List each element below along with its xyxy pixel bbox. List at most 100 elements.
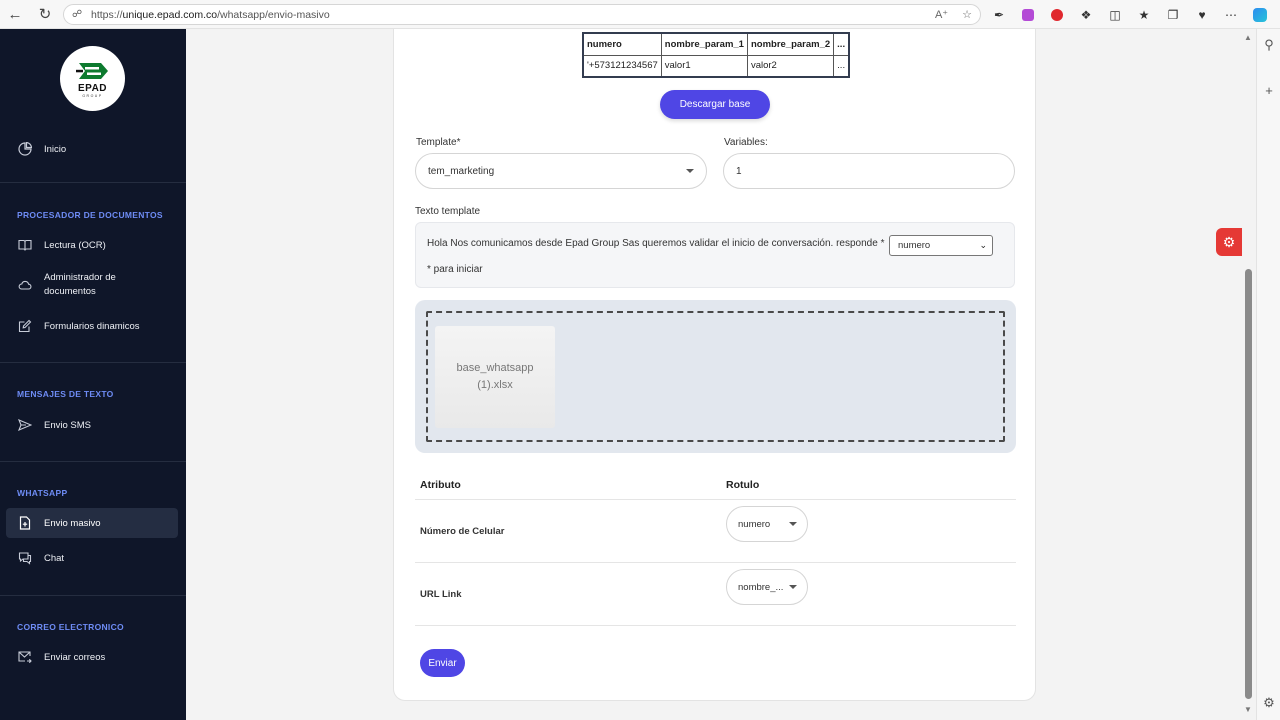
attribute-column-header: Atributo xyxy=(420,479,461,491)
scroll-up-arrow-icon[interactable]: ▲ xyxy=(1244,33,1252,42)
sidebar-item-inicio[interactable]: Inicio xyxy=(6,134,178,164)
sidebar-divider xyxy=(0,362,186,363)
sidebar-item-label: Envio masivo xyxy=(44,517,101,529)
pen-extension-icon[interactable]: ✒ xyxy=(990,6,1008,24)
mapping-attribute-label: Número de Celular xyxy=(420,526,505,537)
logo-text: EPAD xyxy=(77,82,108,94)
read-aloud-icon[interactable]: A⁺ xyxy=(935,8,948,21)
browser-essentials-icon[interactable]: ♥ xyxy=(1193,6,1211,24)
send-button[interactable]: Enviar xyxy=(420,649,465,677)
texto-template-label: Texto template xyxy=(415,206,481,217)
sidebar-item-chat[interactable]: Chat xyxy=(6,543,178,573)
collections-icon[interactable]: ❐ xyxy=(1164,6,1182,24)
favorites-icon[interactable]: ★ xyxy=(1135,6,1153,24)
sidebar-item-lectura-ocr[interactable]: Lectura (OCR) xyxy=(6,230,178,260)
table-divider xyxy=(415,499,1016,500)
sidebar-item-administrador-documentos[interactable]: Administrador de documentos xyxy=(6,265,178,305)
variables-label: Variables: xyxy=(724,137,768,148)
download-base-button[interactable]: Descargar base xyxy=(660,90,770,119)
extensions-puzzle-icon[interactable]: ❖ xyxy=(1077,6,1095,24)
scroll-thumb[interactable] xyxy=(1245,269,1252,699)
table-cell: ... xyxy=(833,54,850,78)
table-cell: valor2 xyxy=(746,54,835,78)
table-header-cell: ... xyxy=(833,32,850,56)
template-select-value: tem_marketing xyxy=(428,165,495,177)
texto-template-box: Hola Nos comunicamos desde Epad Group Sa… xyxy=(415,222,1015,288)
gear-icon[interactable]: ⚙ xyxy=(1262,696,1276,710)
table-header-cell: numero xyxy=(582,32,662,56)
settings-gear-icon[interactable]: ⚙ xyxy=(1216,228,1242,256)
sidebar-divider xyxy=(0,595,186,596)
table-cell: valor1 xyxy=(660,54,748,78)
add-icon[interactable]: + xyxy=(1262,84,1276,98)
purple-extension-icon[interactable] xyxy=(1019,6,1037,24)
file-dropzone[interactable]: base_whatsapp (1).xlsx xyxy=(415,300,1016,453)
sidebar-divider xyxy=(0,182,186,183)
browser-toolbar: ← ↻ ☍ https://unique.epad.com.co/whatsap… xyxy=(0,0,1280,29)
address-bar[interactable]: ☍ https://unique.epad.com.co/whatsapp/en… xyxy=(63,4,981,25)
section-title-whatsapp: WHATSAPP xyxy=(17,488,68,498)
edit-icon xyxy=(18,319,32,333)
sidebar-item-envio-sms[interactable]: Envio SMS xyxy=(6,410,178,440)
file-plus-icon xyxy=(18,516,32,530)
chat-icon xyxy=(18,551,32,565)
sidebar-item-enviar-correos[interactable]: Enviar correos xyxy=(6,642,178,672)
table-header-cell: nombre_param_1 xyxy=(660,32,748,56)
table-divider xyxy=(415,625,1016,626)
more-menu-icon[interactable]: ⋯ xyxy=(1222,6,1240,24)
sidebar-item-label: Inicio xyxy=(44,143,67,155)
dropzone-border[interactable]: base_whatsapp (1).xlsx xyxy=(426,311,1005,442)
sidebar-divider xyxy=(0,461,186,462)
scroll-down-arrow-icon[interactable]: ▼ xyxy=(1244,705,1252,714)
table-header-cell: nombre_param_2 xyxy=(746,32,835,56)
back-icon[interactable]: ← xyxy=(0,0,30,29)
browser-side-panel: ⚲ + ⚙ xyxy=(1256,29,1280,720)
url-host: unique.epad.com.co xyxy=(122,8,218,21)
template-select[interactable]: tem_marketing xyxy=(415,153,707,189)
template-label: Template* xyxy=(416,137,461,148)
search-icon[interactable]: ⚲ xyxy=(1262,38,1276,52)
book-icon xyxy=(18,238,32,252)
favorite-star-icon[interactable]: ☆ xyxy=(962,8,972,21)
cloud-icon xyxy=(18,278,32,292)
table-divider xyxy=(415,562,1016,563)
sidebar-item-label: Formularios dinamicos xyxy=(44,320,140,332)
mapping-select-value: nombre_... xyxy=(738,581,784,593)
sidebar-item-label: Administrador de documentos xyxy=(44,271,116,299)
page-scrollbar[interactable]: ▲ ▼ xyxy=(1242,29,1255,720)
table-row: '+573121234567 valor1 valor2 ... xyxy=(582,54,850,78)
template-variable-value: numero xyxy=(898,240,931,251)
section-title-procesador: PROCESADOR DE DOCUMENTOS xyxy=(17,210,163,220)
base-preview-table: numero nombre_param_1 nombre_param_2 ...… xyxy=(582,32,851,78)
chevron-down-icon: ⌄ xyxy=(979,240,987,250)
mapping-select-url[interactable]: nombre_... xyxy=(726,569,808,605)
sidebar-item-label: Lectura (OCR) xyxy=(44,239,106,251)
site-info-icon[interactable]: ☍ xyxy=(72,9,84,21)
uploaded-file-tile[interactable]: base_whatsapp (1).xlsx xyxy=(435,326,555,428)
split-screen-icon[interactable]: ◫ xyxy=(1106,6,1124,24)
chevron-down-icon xyxy=(789,522,797,526)
section-title-correo: CORREO ELECTRONICO xyxy=(17,622,124,632)
logo-subtext: GROUP xyxy=(82,93,103,98)
copilot-icon[interactable] xyxy=(1251,6,1269,24)
sidebar-item-label: Envio SMS xyxy=(44,419,91,431)
sidebar-item-label-line2: documentos xyxy=(44,286,96,297)
epad-logo-mark-icon xyxy=(75,62,108,79)
variables-input[interactable]: 1 xyxy=(723,153,1015,189)
sidebar-item-label: Chat xyxy=(44,552,65,564)
section-title-mensajes: MENSAJES DE TEXTO xyxy=(17,389,114,399)
variables-input-value: 1 xyxy=(736,165,742,177)
sidebar-item-formularios[interactable]: Formularios dinamicos xyxy=(6,311,178,341)
refresh-icon[interactable]: ↻ xyxy=(30,0,60,29)
mail-send-icon xyxy=(18,650,32,664)
mapping-select-celular[interactable]: numero xyxy=(726,506,808,542)
template-variable-select[interactable]: numero ⌄ xyxy=(889,235,993,256)
chevron-down-icon xyxy=(686,169,694,173)
mapping-select-value: numero xyxy=(738,518,771,530)
template-text: Hola Nos comunicamos desde Epad Group Sa… xyxy=(427,238,885,249)
send-icon xyxy=(18,418,32,432)
opera-extension-icon[interactable] xyxy=(1048,6,1066,24)
sidebar-item-label: Enviar correos xyxy=(44,651,106,663)
epad-logo[interactable]: EPAD GROUP xyxy=(60,46,125,111)
sidebar-item-envio-masivo[interactable]: Envio masivo xyxy=(6,508,178,538)
